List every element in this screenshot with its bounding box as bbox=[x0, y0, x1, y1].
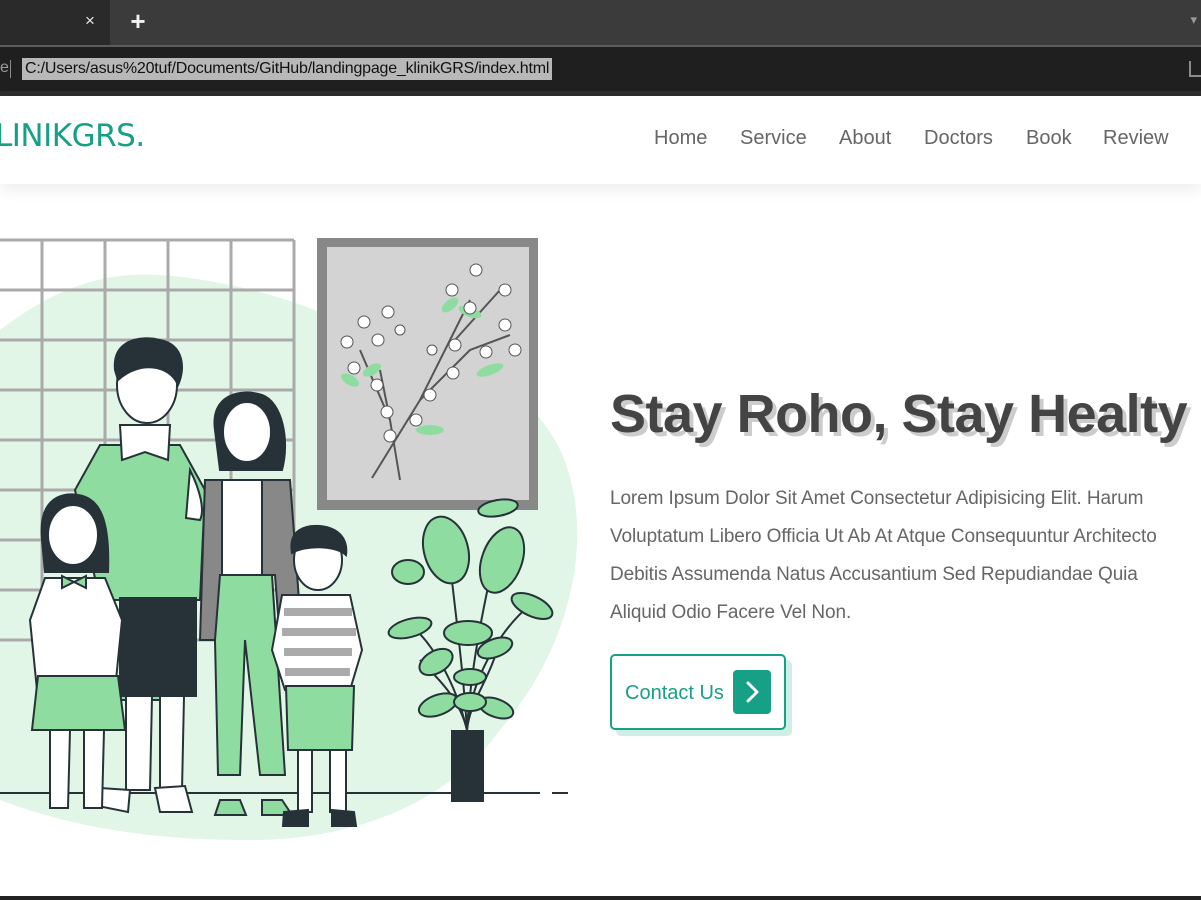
main-nav: Home Service About Doctors Book Review bbox=[0, 127, 1201, 157]
open-in-app-icon[interactable] bbox=[1189, 61, 1201, 77]
contact-us-button[interactable]: Contact Us bbox=[610, 654, 786, 730]
hero-description-line: Lorem Ipsum Dolor Sit Amet Consectetur A… bbox=[610, 488, 1144, 509]
page-bottom-edge bbox=[0, 896, 1201, 900]
browser-tab[interactable]: × bbox=[0, 0, 110, 45]
hero-description: Lorem Ipsum Dolor Sit Amet Consectetur A… bbox=[610, 480, 1201, 632]
close-tab-icon[interactable]: × bbox=[80, 11, 100, 31]
nav-service[interactable]: Service bbox=[740, 127, 807, 150]
hero-description-line: Voluptatum Libero Officia Ut Ab At Atque… bbox=[610, 526, 1157, 547]
url-separator bbox=[10, 60, 11, 78]
url-text[interactable]: C:/Users/asus%20tuf/Documents/GitHub/lan… bbox=[22, 58, 553, 80]
family-illustration bbox=[0, 238, 578, 840]
hero-headline: Stay Roho, Stay Healty bbox=[610, 384, 1188, 444]
tab-overflow-chevron-icon[interactable]: ▾ bbox=[1190, 12, 1197, 28]
nav-home[interactable]: Home bbox=[654, 127, 707, 150]
address-bar[interactable]: e C:/Users/asus%20tuf/Documents/GitHub/l… bbox=[0, 47, 1201, 91]
hero-description-line: Debitis Assumenda Natus Accusantium Sed … bbox=[610, 564, 1138, 585]
url-prefix: e bbox=[0, 59, 9, 76]
hero-description-line: Aliquid Odio Facere Vel Non. bbox=[610, 602, 852, 623]
site-header: LINIKGRS. Home Service About Doctors Boo… bbox=[0, 96, 1201, 184]
new-tab-icon[interactable]: + bbox=[125, 8, 151, 34]
browser-tab-bar: × + ▾ bbox=[0, 0, 1201, 45]
flower-painting bbox=[317, 238, 538, 510]
nav-review[interactable]: Review bbox=[1103, 127, 1169, 150]
contact-us-label: Contact Us bbox=[625, 682, 724, 704]
chevron-right-icon bbox=[733, 670, 771, 714]
nav-doctors[interactable]: Doctors bbox=[924, 127, 993, 150]
nav-about[interactable]: About bbox=[839, 127, 891, 150]
nav-book[interactable]: Book bbox=[1026, 127, 1072, 150]
